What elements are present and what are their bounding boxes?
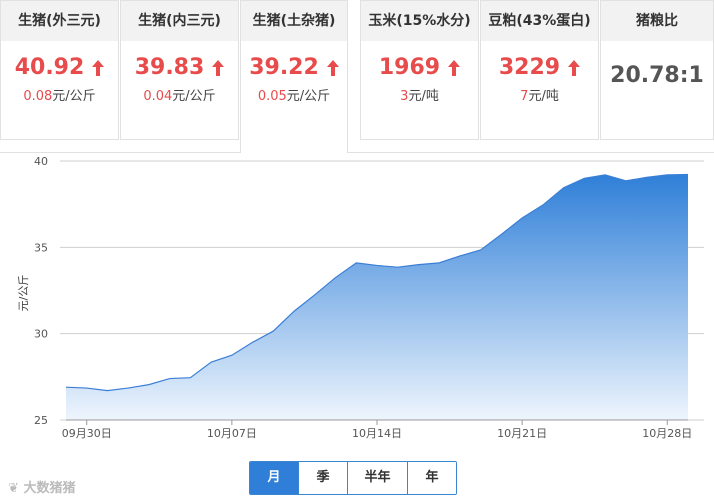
- watermark-text: 大数猪猪: [23, 481, 76, 496]
- card-title: 豆粕(43%蛋白): [481, 1, 598, 41]
- chart-panel: 25 30 35 40 09月30日 10月07日 10月14日 10月21日 10月28日 元/…: [0, 152, 714, 503]
- card-value-text: 1969: [378, 55, 441, 80]
- card-change-unit: 元/吨: [528, 89, 559, 104]
- card-change: 3元/吨: [361, 89, 478, 105]
- card-value-text: 39.22: [249, 55, 319, 80]
- card-change-value: 0.04: [143, 89, 173, 104]
- period-tabs: 月季半年年: [249, 461, 457, 495]
- card-value-text: 3229: [498, 55, 561, 80]
- price-card-1[interactable]: 生猪(外三元) 40.92 0.08元/公斤: [0, 0, 119, 140]
- arrow-up-icon: [448, 60, 461, 76]
- arrow-up-icon: [212, 60, 225, 76]
- price-trend-chart: 25 30 35 40 09月30日 10月07日 10月14日 10月21日 10月28日 元/…: [17, 155, 704, 440]
- card-value: 39.22: [241, 55, 347, 81]
- card-change-unit: 元/吨: [408, 89, 439, 104]
- card-change: 0.05元/公斤: [241, 89, 347, 105]
- card-value: 39.83: [121, 55, 238, 81]
- tab-1[interactable]: 季: [298, 462, 347, 494]
- arrow-up-icon: [326, 60, 339, 76]
- card-value: 20.78:1: [601, 63, 713, 89]
- price-card-5[interactable]: 豆粕(43%蛋白) 3229 7元/吨: [480, 0, 599, 140]
- tab-0[interactable]: 月: [250, 462, 298, 494]
- card-title: 生猪(内三元): [121, 1, 238, 41]
- card-change-unit: 元/公斤: [286, 89, 331, 104]
- tab-2[interactable]: 半年: [347, 462, 407, 494]
- card-change: 0.08元/公斤: [1, 89, 118, 105]
- x-tick-label-2: 10月14日: [352, 427, 402, 440]
- card-title: 生猪(外三元): [1, 1, 118, 41]
- tab-3[interactable]: 年: [407, 462, 456, 494]
- arrow-up-icon: [92, 60, 105, 76]
- card-change-unit: 元/公斤: [52, 89, 96, 104]
- price-area: [66, 174, 688, 420]
- arrow-up-icon: [568, 60, 581, 76]
- card-value: 3229: [481, 55, 598, 81]
- card-value: 1969: [361, 55, 478, 81]
- price-card-3[interactable]: 生猪(土杂猪) 39.22 0.05元/公斤: [240, 0, 348, 153]
- y-tick-label-30: 30: [34, 328, 48, 341]
- y-tick-label-40: 40: [34, 155, 48, 168]
- price-cards: 生猪(外三元) 40.92 0.08元/公斤 生猪(内三元) 39.83 0.04元/公斤…: [0, 0, 714, 153]
- card-value-text: 39.83: [134, 55, 205, 80]
- card-value: 40.92: [1, 55, 118, 81]
- card-change: 0.04元/公斤: [121, 89, 238, 105]
- price-card-4[interactable]: 玉米(15%水分) 1969 3元/吨: [360, 0, 479, 140]
- x-tick-label-3: 10月21日: [497, 427, 547, 440]
- y-tick-label-25: 25: [34, 414, 48, 427]
- price-card-2[interactable]: 生猪(内三元) 39.83 0.04元/公斤: [120, 0, 239, 140]
- card-title: 玉米(15%水分): [361, 1, 478, 41]
- card-value-text: 40.92: [14, 55, 85, 80]
- card-title: 生猪(土杂猪): [241, 1, 347, 41]
- y-axis-label: 元/公斤: [17, 275, 30, 312]
- card-change-value: 0.08: [23, 89, 53, 104]
- x-tick-label-0: 09月30日: [62, 427, 112, 440]
- y-tick-label-35: 35: [34, 241, 48, 254]
- logo-icon: ❦: [8, 481, 19, 496]
- x-tick-label-4: 10月28日: [642, 427, 692, 440]
- card-title: 猪粮比: [601, 1, 713, 41]
- x-tick-label-1: 10月07日: [207, 427, 257, 440]
- watermark: ❦ 大数猪猪: [8, 477, 75, 496]
- card-change-unit: 元/公斤: [172, 89, 216, 104]
- card-value-text: 20.78:1: [610, 63, 704, 88]
- card-change-value: 0.05: [257, 89, 287, 104]
- card-change: 7元/吨: [481, 89, 598, 105]
- price-card-6[interactable]: 猪粮比 20.78:1: [600, 0, 714, 140]
